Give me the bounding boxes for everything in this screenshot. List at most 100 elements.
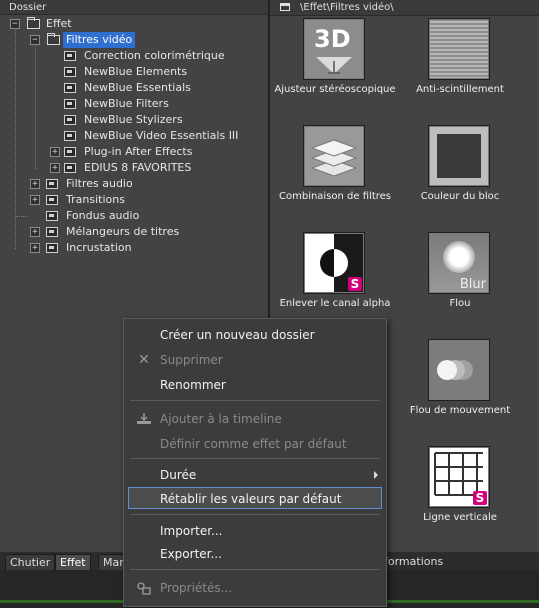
effect-ajusteur-stereoscopique[interactable]: 3D Ajusteur stéréoscopique xyxy=(274,18,396,122)
submenu-arrow-icon xyxy=(374,471,378,479)
menu-label: Rétablir les valeurs par défaut xyxy=(160,492,342,506)
tree-item-plugin-after-effects[interactable]: + Plug-in After Effects xyxy=(50,144,260,160)
add-to-timeline-icon xyxy=(136,412,152,426)
tab-informations[interactable]: formations xyxy=(380,554,448,570)
tree-item-label: Correction colorimétrique xyxy=(84,49,225,62)
thumb-text: 3D xyxy=(314,25,351,53)
menu-import[interactable]: Importer... xyxy=(124,520,386,542)
tree-item-filtres-video[interactable]: − Filtres vidéo xyxy=(30,32,260,48)
tree-item-newblue-stylizers[interactable]: NewBlue Stylizers xyxy=(64,112,264,128)
s-badge: S xyxy=(348,277,362,291)
audio-filter-icon xyxy=(46,179,58,189)
effect-flou-mouvement[interactable]: Flou de mouvement xyxy=(400,339,520,443)
audio-fade-icon xyxy=(46,211,58,221)
effect-label: Flou de mouvement xyxy=(409,405,511,416)
tree-connector xyxy=(16,216,28,217)
tree-item-newblue-filters[interactable]: NewBlue Filters xyxy=(64,96,264,112)
collapse-icon[interactable]: − xyxy=(10,19,20,29)
effect-flou[interactable]: Blur Flou xyxy=(400,232,520,336)
properties-icon xyxy=(136,581,152,595)
expand-icon[interactable]: + xyxy=(30,195,40,205)
menu-add-to-timeline[interactable]: Ajouter à la timeline xyxy=(124,408,386,430)
tree-item-label: Mélangeurs de titres xyxy=(66,225,180,238)
effect-folder-icon xyxy=(64,67,76,77)
expand-icon[interactable]: + xyxy=(50,163,60,173)
effect-folder-icon xyxy=(64,163,76,173)
effect-label: Flou xyxy=(449,298,471,309)
menu-label: Définir comme effet par défaut xyxy=(160,437,347,451)
tree-item-label: EDIUS 8 FAVORITES xyxy=(84,161,192,174)
tree-item-transitions[interactable]: + Transitions xyxy=(30,192,260,208)
tree-item-label: Fondus audio xyxy=(66,209,140,222)
expand-icon[interactable]: + xyxy=(30,227,40,237)
effect-folder-icon xyxy=(64,99,76,109)
transition-icon xyxy=(46,195,58,205)
effect-ligne-verticale[interactable]: S Ligne verticale xyxy=(400,446,520,550)
effect-folder-icon xyxy=(64,51,76,61)
menu-delete[interactable]: ✕ Supprimer xyxy=(124,349,386,371)
effect-label: Ligne verticale xyxy=(423,512,497,523)
tree-item-label: Filtres vidéo xyxy=(63,32,136,48)
anti-flicker-icon xyxy=(428,18,490,80)
effect-label: Ajusteur stéréoscopique xyxy=(274,84,396,95)
effect-label: Couleur du bloc xyxy=(420,191,500,202)
tab-chutier[interactable]: Chutier xyxy=(5,554,56,570)
collapse-icon[interactable]: − xyxy=(30,35,40,45)
vertical-line-icon: S xyxy=(428,446,490,508)
menu-label: Durée xyxy=(160,468,197,482)
tree-item-incrustation[interactable]: + Incrustation xyxy=(30,240,260,256)
menu-label: Ajouter à la timeline xyxy=(160,412,282,426)
blur-icon: Blur xyxy=(428,232,490,294)
tree-item-newblue-video-essentials[interactable]: NewBlue Video Essentials III xyxy=(64,128,264,144)
tree-item-label: Effet xyxy=(46,17,72,30)
menu-duration[interactable]: Durée xyxy=(124,464,386,486)
tree-item-newblue-elements[interactable]: NewBlue Elements xyxy=(64,64,264,80)
tree-item-label: Transitions xyxy=(66,193,125,206)
tree-item-label: NewBlue Filters xyxy=(84,97,169,110)
tree-item-fondus-audio[interactable]: Fondus audio xyxy=(16,208,260,224)
effect-label: Enlever le canal alpha xyxy=(279,298,391,309)
effect-couleur-bloc[interactable]: Couleur du bloc xyxy=(400,125,520,229)
folder-panel-header: Dossier xyxy=(0,0,268,15)
effect-label: Anti-scintillement xyxy=(416,84,504,95)
expand-icon[interactable]: + xyxy=(30,179,40,189)
tree-item-edius-favorites[interactable]: + EDIUS 8 FAVORITES xyxy=(50,160,260,176)
filter-layers-icon xyxy=(303,125,365,187)
expand-icon[interactable]: + xyxy=(50,147,60,157)
tab-effet[interactable]: Effet xyxy=(55,554,91,570)
effect-label: Combinaison de filtres xyxy=(279,191,391,202)
menu-label: Importer... xyxy=(160,524,223,538)
tree-guide-line xyxy=(35,44,36,169)
thumb-text: Blur xyxy=(459,277,486,292)
context-menu: Créer un nouveau dossier ✕ Supprimer Ren… xyxy=(123,318,387,607)
menu-label: Exporter... xyxy=(160,547,222,561)
menu-separator xyxy=(130,458,380,459)
title-mixer-icon xyxy=(46,227,58,237)
menu-label: Supprimer xyxy=(160,353,223,367)
delete-x-icon: ✕ xyxy=(138,352,150,368)
menu-create-folder[interactable]: Créer un nouveau dossier xyxy=(124,324,386,346)
tree-item-newblue-essentials[interactable]: NewBlue Essentials xyxy=(64,80,264,96)
effect-folder-icon xyxy=(64,115,76,125)
menu-properties[interactable]: Propriétés... xyxy=(124,577,386,599)
tree-item-effet[interactable]: − Effet xyxy=(10,16,260,32)
effect-anti-scintillement[interactable]: Anti-scintillement xyxy=(400,18,520,122)
expand-icon[interactable]: + xyxy=(30,243,40,253)
menu-label: Renommer xyxy=(160,378,226,392)
menu-set-default[interactable]: Définir comme effet par défaut xyxy=(124,433,386,455)
effect-folder-icon xyxy=(64,83,76,93)
folder-open-icon xyxy=(47,33,60,45)
tree-item-correction-colorimetrique[interactable]: Correction colorimétrique xyxy=(64,48,264,64)
tree-item-melangeurs-titres[interactable]: + Mélangeurs de titres xyxy=(30,224,260,240)
effect-folder-icon xyxy=(64,131,76,141)
s-badge: S xyxy=(473,491,487,505)
menu-export[interactable]: Exporter... xyxy=(124,543,386,565)
tree-item-label: Plug-in After Effects xyxy=(84,145,193,158)
tree-item-filtres-audio[interactable]: + Filtres audio xyxy=(30,176,260,192)
effect-combinaison-filtres[interactable]: Combinaison de filtres xyxy=(275,125,395,229)
effect-folder-icon xyxy=(64,147,76,157)
folder-icon xyxy=(27,17,40,29)
menu-rename[interactable]: Renommer xyxy=(124,374,386,396)
menu-restore-defaults[interactable]: Rétablir les valeurs par défaut xyxy=(128,487,382,509)
stereoscopic-3d-icon: 3D xyxy=(303,18,365,80)
